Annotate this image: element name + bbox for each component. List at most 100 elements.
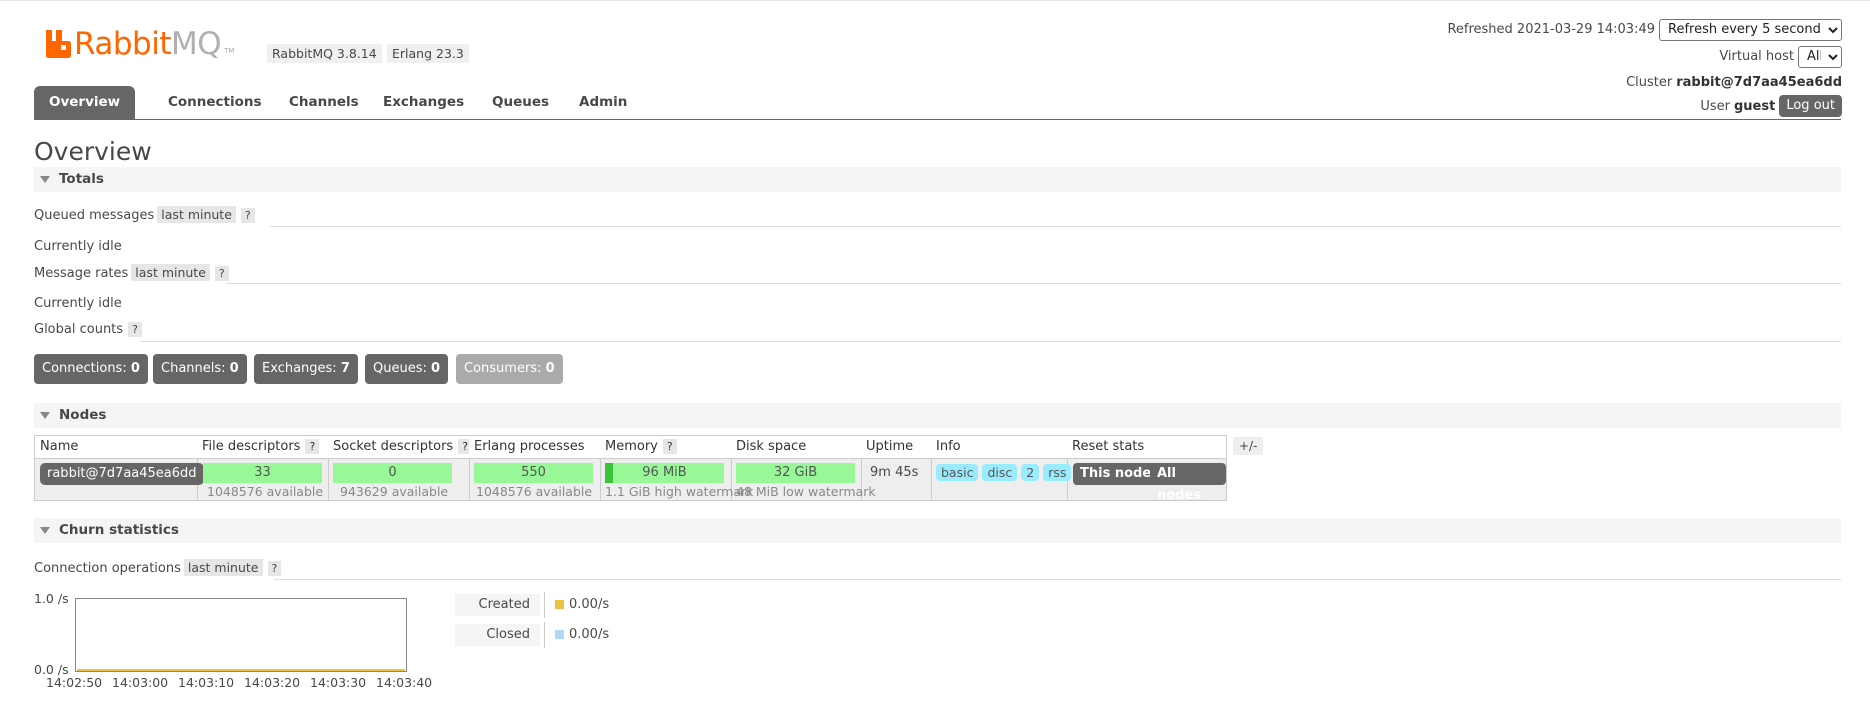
info-column: Info basic disc 2 rss — [931, 436, 1072, 500]
refreshed-timestamp: Refreshed 2021-03-29 14:03:49 — [1447, 22, 1655, 37]
file-descriptors-help[interactable]: ? — [305, 439, 320, 454]
exchanges-count-button[interactable]: Exchanges: 7 — [254, 354, 358, 384]
x-tick-label: 14:03:00 — [112, 675, 169, 690]
x-axis-ticks: 14:02:50 14:03:00 14:03:10 14:03:20 14:03:30… — [0, 675, 460, 691]
reset-all-nodes-button[interactable]: All nodes — [1150, 463, 1226, 503]
logo-trademark: TM — [224, 47, 235, 55]
column-header-file-descriptors: File descriptors? — [197, 436, 328, 459]
node-info-tags: basic disc 2 rss — [936, 464, 1075, 481]
nodes-heading: Nodes — [59, 407, 107, 423]
column-header-disk-space: Disk space — [731, 436, 861, 459]
file-descriptors-column: File descriptors? 33 1048576 available — [197, 436, 329, 500]
disk-watermark: 48 MiB low watermark — [736, 484, 876, 499]
socket-descriptors-bar: 0 — [333, 463, 452, 483]
message-rates-help[interactable]: ? — [214, 266, 229, 281]
toggle-columns-button[interactable]: +/- — [1233, 437, 1264, 455]
main-nav-tabs: Overview Connections Channels Exchanges … — [34, 86, 1841, 120]
legend-closed-label: Closed — [455, 624, 540, 646]
tab-overview[interactable]: Overview — [34, 86, 136, 119]
node-name-column: Name rabbit@7d7aa45ea6dd — [35, 436, 204, 500]
page-title: Overview — [34, 137, 152, 166]
closed-swatch-icon — [555, 630, 564, 639]
message-rates-range[interactable]: last minute — [131, 264, 210, 281]
churn-heading: Churn statistics — [59, 522, 179, 538]
info-tag-basic[interactable]: basic — [936, 464, 979, 481]
collapse-triangle-icon — [40, 175, 50, 183]
totals-section-header[interactable]: Totals — [34, 167, 1841, 192]
queued-messages-status: Currently idle — [34, 239, 122, 254]
x-tick-label: 14:03:10 — [178, 675, 235, 690]
info-tag-count[interactable]: 2 — [1021, 464, 1040, 481]
channels-count-button[interactable]: Channels: 0 — [153, 354, 247, 384]
legend-closed-value: 0.00/s — [555, 624, 609, 646]
queues-count-button[interactable]: Queues: 0 — [365, 354, 449, 384]
column-header-name: Name — [35, 436, 197, 459]
erlang-version-badge: Erlang 23.3 — [387, 44, 469, 63]
tab-queues[interactable]: Queues — [477, 86, 564, 119]
virtual-host-label: Virtual host — [1719, 49, 1794, 64]
x-tick-label: 14:02:50 — [46, 675, 103, 690]
legend-created-value: 0.00/s — [555, 594, 609, 616]
churn-section-header[interactable]: Churn statistics — [34, 518, 1841, 543]
node-name-link[interactable]: rabbit@7d7aa45ea6dd — [40, 463, 204, 485]
rabbitmq-logo[interactable]: RabbitMQ TM — [44, 27, 234, 61]
node-uptime: 9m 45s — [870, 465, 919, 480]
connection-operations-help[interactable]: ? — [267, 561, 282, 576]
reset-stats-column: Reset stats This node All nodes — [1067, 436, 1226, 503]
file-descriptors-bar: 33 — [203, 463, 322, 483]
message-rates-label: Message rates — [34, 266, 129, 281]
x-tick-label: 14:03:20 — [244, 675, 301, 690]
divider — [270, 226, 1841, 227]
global-counts-label: Global counts — [34, 322, 124, 337]
queued-messages-row: Queued messages last minute? — [34, 206, 255, 223]
memory-bar: 96 MiB — [605, 463, 724, 483]
divider — [226, 283, 1841, 284]
x-tick-label: 14:03:40 — [376, 675, 433, 690]
collapse-triangle-icon — [40, 526, 50, 534]
rabbitmq-version-badge: RabbitMQ 3.8.14 — [267, 44, 382, 63]
divider — [274, 579, 1841, 580]
queued-messages-help[interactable]: ? — [240, 208, 255, 223]
refresh-interval-select[interactable]: Refresh every 5 seconds — [1659, 18, 1842, 41]
column-header-memory: Memory? — [600, 436, 731, 459]
reset-this-node-button[interactable]: This node — [1073, 463, 1159, 485]
queued-messages-range[interactable]: last minute — [157, 206, 236, 223]
global-counts-help[interactable]: ? — [128, 322, 142, 337]
y-tick-max: 1.0 /s — [34, 591, 69, 606]
legend-created-label: Created — [455, 594, 540, 616]
logo-wordmark: RabbitMQ — [74, 25, 222, 62]
column-header-uptime: Uptime — [861, 436, 931, 459]
file-descriptors-available: 1048576 available — [207, 484, 324, 499]
connection-operations-label: Connection operations — [34, 561, 181, 576]
global-counts-row: Global counts? — [34, 322, 142, 337]
collapse-triangle-icon — [40, 411, 50, 419]
column-header-erlang-processes: Erlang processes — [469, 436, 600, 459]
tab-connections[interactable]: Connections — [153, 86, 277, 119]
connection-operations-range[interactable]: last minute — [183, 559, 263, 576]
rabbitmq-logo-icon — [46, 30, 71, 58]
erlang-processes-column: Erlang processes 550 1048576 available — [469, 436, 601, 500]
uptime-column: Uptime 9m 45s — [861, 436, 932, 500]
connection-operations-chart — [75, 598, 407, 672]
message-rates-row: Message rates last minute? — [34, 264, 229, 281]
connection-operations-row: Connection operations last minute? — [34, 559, 282, 576]
erlang-processes-bar: 550 — [474, 463, 593, 483]
nodes-section-header[interactable]: Nodes — [34, 403, 1841, 428]
queued-messages-label: Queued messages — [34, 208, 155, 223]
tab-channels[interactable]: Channels — [274, 86, 374, 119]
memory-help[interactable]: ? — [662, 439, 677, 454]
legend-separator — [544, 622, 545, 648]
totals-heading: Totals — [59, 171, 104, 187]
socket-descriptors-column: Socket descriptors? 0 943629 available — [328, 436, 473, 500]
memory-column: Memory? 96 MiB 1.1 GiB high watermark — [600, 436, 753, 500]
connections-count-button[interactable]: Connections: 0 — [34, 354, 148, 384]
info-tag-disc[interactable]: disc — [982, 464, 1018, 481]
virtual-host-select[interactable]: All — [1798, 45, 1842, 68]
legend-separator — [544, 592, 545, 618]
created-swatch-icon — [555, 600, 564, 609]
chart-plot-area — [77, 669, 405, 671]
nodes-table: Name rabbit@7d7aa45ea6dd File descriptor… — [34, 435, 1227, 503]
tab-exchanges[interactable]: Exchanges — [368, 86, 479, 119]
memory-used-fill — [605, 463, 613, 483]
tab-admin[interactable]: Admin — [564, 86, 642, 119]
